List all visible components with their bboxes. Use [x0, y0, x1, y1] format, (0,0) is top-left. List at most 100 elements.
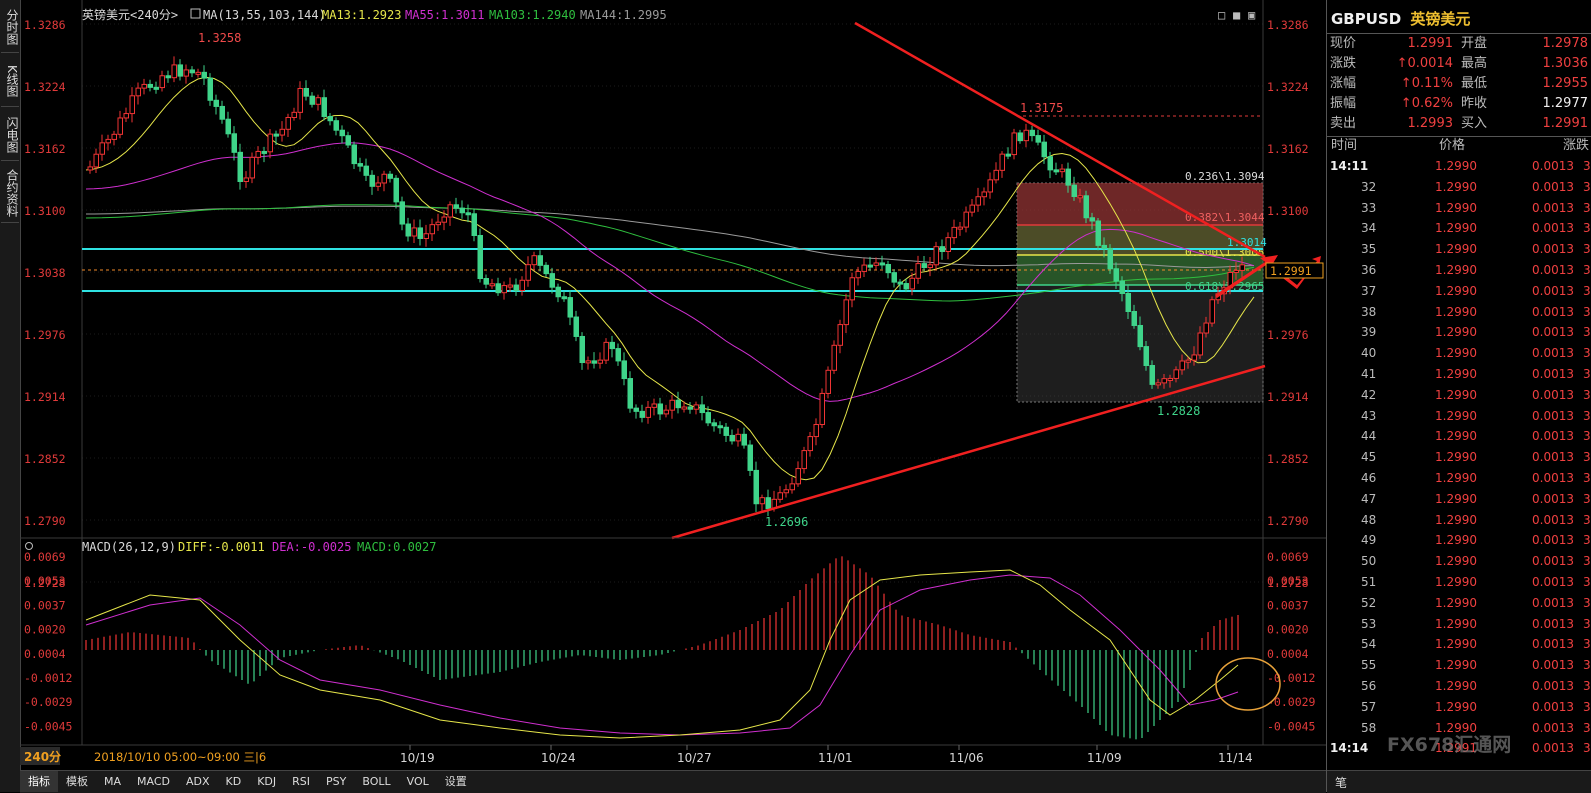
tick-change: 0.0013 [1532, 637, 1574, 652]
candle [393, 177, 399, 203]
tick-change: 0.0013 [1532, 200, 1574, 215]
tick-change: 0.0013 [1532, 512, 1574, 527]
tab-ticks[interactable]: 笔 [1335, 774, 1347, 791]
tick-row: 41 1.2990 0.0013 3 [1327, 364, 1591, 385]
quote-row: 振幅 ↑0.62% 昨收 1.2977 [1327, 94, 1591, 114]
tick-price: 1.2990 [1435, 595, 1477, 610]
candle [399, 201, 405, 225]
tab-kd[interactable]: KD [218, 771, 250, 792]
tab-timeshare[interactable]: 分时图 [1, 2, 19, 53]
tab-psy[interactable]: PSY [318, 771, 354, 792]
tab-kdj[interactable]: KDJ [249, 771, 284, 792]
candle [285, 117, 291, 130]
tick-volume-icon: 3 [1583, 679, 1591, 693]
dea-line [85, 574, 1239, 736]
candle [423, 233, 429, 239]
tick-price: 1.2990 [1435, 679, 1477, 693]
quote-row: 涨跌 ↑0.0014 最高 1.3036 [1327, 54, 1591, 74]
tick-price: 1.2990 [1435, 200, 1477, 215]
candle [687, 406, 693, 410]
tick-change: 0.0013 [1532, 304, 1574, 319]
candle [231, 133, 237, 153]
y-tick-label-right: 1.2976 [1267, 328, 1309, 342]
candle [807, 436, 813, 452]
ma13-value: MA13:1.2923 [322, 8, 401, 22]
candle [627, 378, 633, 409]
ma55-value: MA55:1.3011 [405, 8, 484, 22]
candle [693, 404, 699, 410]
candle [111, 133, 117, 140]
tick-volume-icon: 3 [1583, 408, 1591, 423]
candle [735, 433, 741, 442]
tick-change: 0.0013 [1532, 699, 1574, 714]
tick-row: 56 1.2990 0.0013 3 [1327, 676, 1591, 697]
tick-price: 1.2990 [1435, 179, 1477, 194]
macd-dea: DEA:-0.0025 [272, 540, 351, 554]
candle [1161, 378, 1167, 384]
uptrend-line[interactable] [671, 364, 1266, 540]
candle [585, 360, 591, 364]
x-date-label: 11/14 [1218, 751, 1253, 765]
tab-templates[interactable]: 模板 [58, 771, 96, 792]
tick-row: 52 1.2990 0.0013 3 [1327, 593, 1591, 614]
candle [957, 226, 963, 230]
tab-adx[interactable]: ADX [178, 771, 218, 792]
macd-settings-icon[interactable] [25, 542, 33, 550]
tab-rsi[interactable]: RSI [284, 771, 318, 792]
restore-icon[interactable]: □ [1218, 8, 1225, 22]
candle [633, 407, 639, 412]
tick-change: 0.0013 [1532, 221, 1574, 236]
candle [591, 360, 597, 364]
tick-volume-icon: 3 [1583, 491, 1591, 506]
tab-macd[interactable]: MACD [129, 771, 178, 792]
macd-tick-label-right: 0.0004 [1267, 647, 1309, 661]
ma-settings-icon[interactable] [190, 8, 201, 19]
tick-change: 0.0013 [1532, 346, 1574, 361]
tick-volume-icon: 3 [1583, 720, 1591, 735]
tick-change: 0.0013 [1532, 242, 1574, 257]
y-tick-label: 1.2976 [24, 328, 66, 342]
tick-price: 1.2990 [1435, 616, 1477, 631]
tick-price: 1.2990 [1435, 304, 1477, 319]
layout-icon[interactable]: ▣ [1248, 8, 1255, 22]
tick-time: 49 [1361, 533, 1377, 548]
macd-tick-label-right: -0.0012 [1267, 671, 1315, 685]
tick-time: 37 [1361, 283, 1377, 298]
candle [657, 403, 663, 415]
maximize-icon[interactable]: ■ [1233, 8, 1241, 22]
candle [177, 64, 183, 77]
candle [963, 211, 969, 228]
candle [1035, 135, 1041, 143]
candle [417, 227, 423, 239]
tick-time: 48 [1361, 512, 1377, 527]
candle [825, 369, 831, 394]
candle [123, 113, 129, 119]
tab-settings[interactable]: 设置 [437, 771, 475, 792]
candle [573, 316, 579, 337]
candle [615, 348, 621, 362]
tab-boll[interactable]: BOLL [354, 771, 398, 792]
candle [729, 434, 735, 442]
tab-flash-chart[interactable]: 闪电图 [1, 110, 19, 161]
period-button[interactable]: 240分 [24, 749, 61, 764]
macd-tick-label: 0.0020 [24, 623, 66, 637]
tick-time: 54 [1361, 637, 1377, 652]
candle [339, 129, 345, 137]
tab-contract-info[interactable]: 合约资料 [1, 164, 19, 223]
low2-price-label: 1.2828 [1157, 404, 1200, 418]
price-chart[interactable]: 英镑美元 <240分> MA(13,55,103,144) MA13:1.292… [20, 0, 1326, 770]
tab-kline[interactable]: K线图 [1, 56, 19, 107]
tick-volume-icon: 3 [1583, 595, 1591, 610]
quote-value: 1.2977 [1542, 96, 1589, 111]
candle [1167, 377, 1173, 381]
quote-label: 开盘 [1461, 36, 1488, 51]
macd-tick-label: 0.0069 [24, 550, 66, 564]
quote-value: 1.2991 [1542, 116, 1589, 131]
tab-vol[interactable]: VOL [399, 771, 437, 792]
tick-volume-icon: 3 [1583, 429, 1591, 444]
candle [903, 283, 909, 290]
tab-ma[interactable]: MA [96, 771, 129, 792]
tab-indicators[interactable]: 指标 [20, 771, 58, 792]
candle [297, 87, 303, 113]
y-tick-label: 1.3162 [24, 142, 66, 156]
